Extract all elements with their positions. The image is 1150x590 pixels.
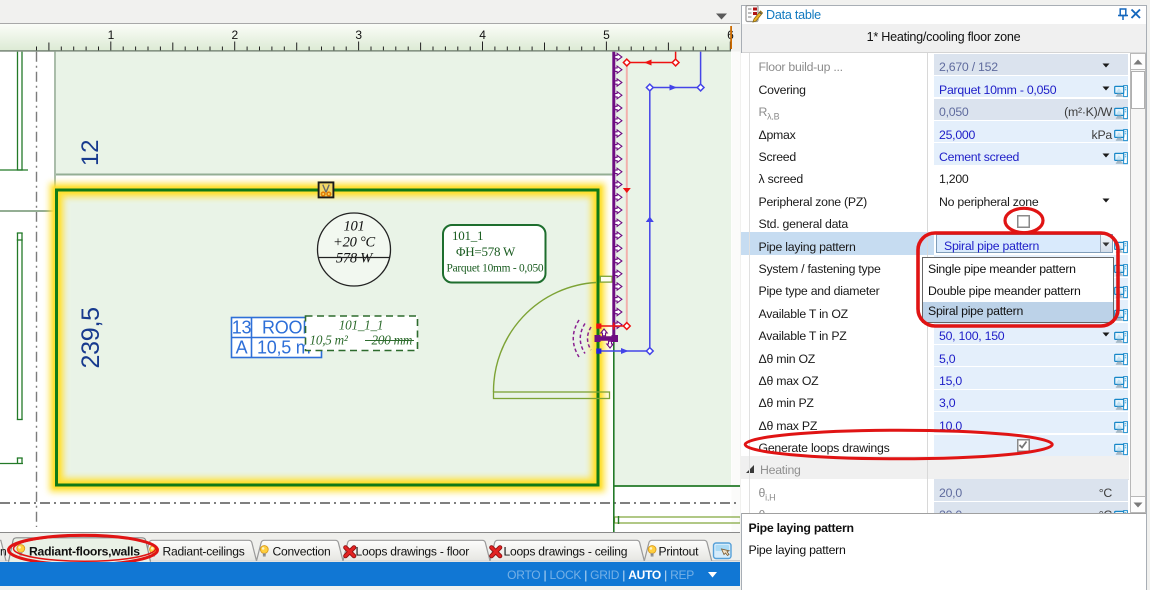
svg-text:Radiant-floors,walls: Radiant-floors,walls — [29, 545, 140, 559]
svg-text:ΦH=578 W: ΦH=578 W — [456, 244, 516, 259]
svg-text:578 W: 578 W — [336, 251, 374, 267]
svg-text:101: 101 — [344, 219, 365, 235]
svg-text:4: 4 — [479, 28, 486, 42]
svg-text:Loops drawings - ceiling: Loops drawings - ceiling — [504, 545, 628, 559]
svg-text:101_1: 101_1 — [452, 228, 483, 243]
svg-text:12: 12 — [77, 140, 104, 166]
svg-text:101_1_1: 101_1_1 — [339, 318, 383, 333]
svg-text:+20 °C: +20 °C — [333, 235, 375, 251]
svg-text:10,5 m: 10,5 m — [257, 338, 311, 358]
svg-text:Loops drawings - floor: Loops drawings - floor — [356, 545, 470, 559]
svg-text:239,5: 239,5 — [77, 307, 105, 368]
svg-text:1: 1 — [108, 28, 115, 42]
svg-text:Convection: Convection — [273, 545, 331, 559]
svg-text:13: 13 — [232, 318, 252, 338]
svg-text:Radiant-ceilings: Radiant-ceilings — [163, 545, 245, 559]
svg-text:Printout: Printout — [659, 545, 700, 559]
svg-text:A: A — [236, 338, 248, 358]
svg-text:2: 2 — [231, 28, 238, 42]
svg-text:n: n — [0, 545, 6, 559]
svg-text:5: 5 — [603, 28, 610, 42]
svg-text:3: 3 — [355, 28, 362, 42]
svg-text:Parquet 10mm - 0,050: Parquet 10mm - 0,050 — [447, 263, 544, 275]
svg-text:10,5 m²: 10,5 m² — [310, 333, 349, 348]
